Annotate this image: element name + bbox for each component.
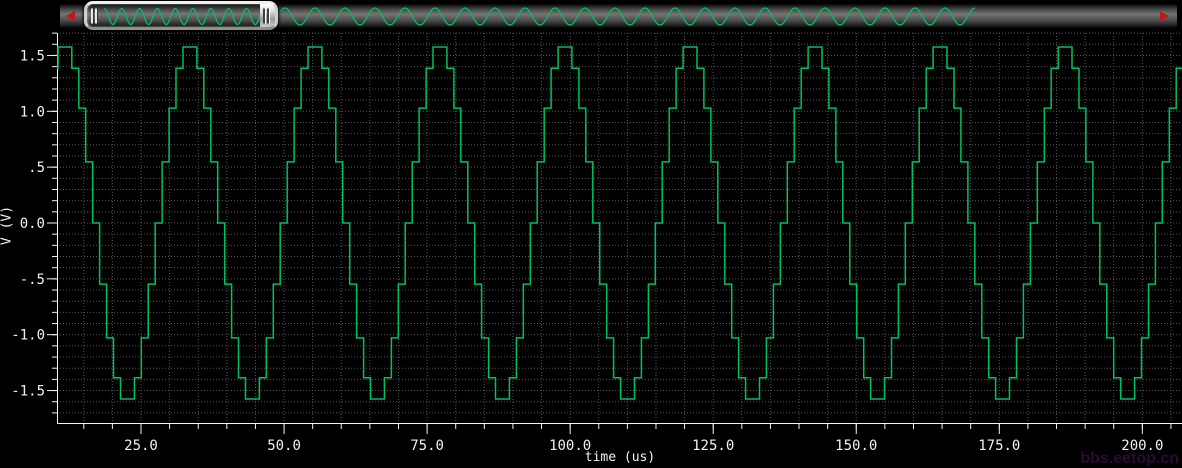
y-tick-label: 0.0: [20, 216, 45, 232]
y-tick-label: -1.5: [11, 384, 45, 400]
x-tick-label: 175.0: [978, 438, 1020, 454]
x-tick-label: 50.0: [267, 438, 301, 454]
y-tick-label: .5: [28, 160, 45, 176]
y-axis-title: V (V): [0, 205, 15, 246]
grid-lines: [57, 32, 1182, 423]
y-tick-label: -.5: [20, 272, 45, 288]
chart-canvas: 25.0 50.0 75.0 100.0 125.0 150.0 175.0 200.01.5…: [11, 32, 1182, 454]
y-tick-label: -1.0: [11, 328, 45, 344]
y-tick-label: 1.0: [20, 104, 45, 120]
waveform-viewer-window: 25.0 50.0 75.0 100.0 125.0 150.0 175.0 200.0 1.5…: [0, 0, 1182, 468]
x-tick-label: 150.0: [835, 438, 877, 454]
watermark: bbs.eetop.cn: [1080, 450, 1179, 467]
x-tick-label: 125.0: [692, 438, 734, 454]
axes: [47, 32, 1182, 434]
waveform-plot-area[interactable]: 25.0 50.0 75.0 100.0 125.0 150.0 175.0 200.0 1.5…: [0, 0, 1182, 468]
x-tick-label: 75.0: [410, 438, 444, 454]
y-tick-label: 1.5: [20, 48, 45, 64]
x-axis-title: time (us): [584, 450, 656, 465]
x-tick-label: 25.0: [124, 438, 158, 454]
